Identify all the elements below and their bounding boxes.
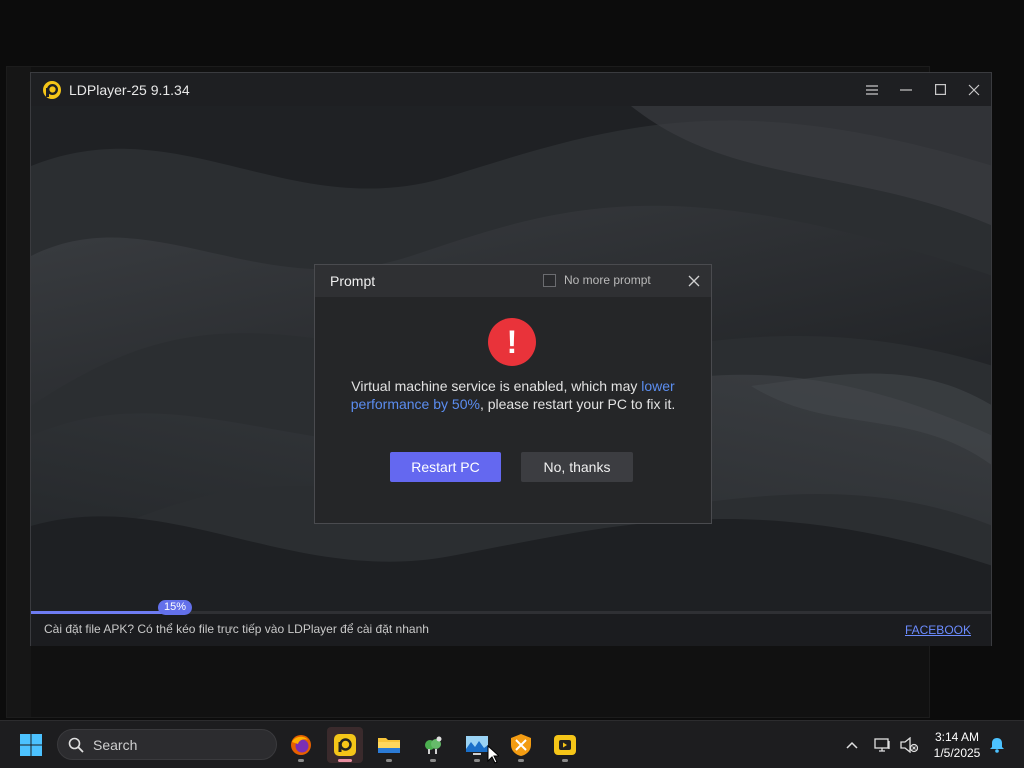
taskbar-app-file-explorer[interactable] [371,727,407,763]
title-bar[interactable]: LDPlayer-25 9.1.34 [31,73,991,106]
close-icon [968,84,980,95]
prompt-title: Prompt [330,273,376,289]
no-thanks-button[interactable]: No, thanks [521,452,633,482]
emulator-screen[interactable]: Prompt No more prompt ! Virtual machine … [31,106,991,612]
prompt-header: Prompt No more prompt [315,265,711,297]
show-hidden-icons-button[interactable] [842,735,862,755]
tools-app-icon [511,734,531,756]
running-indicator [430,759,436,762]
bottom-bar: 15% Cài đặt file APK? Có thể kéo file tr… [31,600,991,646]
no-more-prompt-label[interactable]: No more prompt [564,273,651,287]
facebook-link[interactable]: FACEBOOK [905,623,971,637]
network-status-button[interactable] [873,735,893,755]
progress-percent-label: 15% [157,600,193,615]
sheep-app-icon [425,736,442,754]
taskbar-app-ldplayer[interactable] [327,727,363,763]
volume-button[interactable] [899,735,919,755]
volume-muted-icon [900,737,918,753]
message-text-end: , please restart your PC to fix it. [479,396,676,412]
prompt-dialog: Prompt No more prompt ! Virtual machine … [314,264,712,524]
maximize-button[interactable] [923,73,957,106]
file-explorer-icon [378,738,400,753]
dialog-close-icon[interactable] [687,274,701,288]
background-window-strip [7,67,31,717]
chevron-up-icon [846,741,858,749]
minimize-button[interactable] [889,73,923,106]
clock-time: 3:14 AM [934,730,980,744]
firefox-icon [291,735,311,755]
window-title: LDPlayer-25 9.1.34 [69,81,190,98]
no-more-prompt-option[interactable]: No more prompt [543,273,651,287]
minimize-icon [900,88,912,91]
ldplayer-window: LDPlayer-25 9.1.34 Prompt No more prompt… [30,72,992,646]
taskbar-app-media[interactable] [547,727,583,763]
prompt-message: Virtual machine service is enabled, whic… [335,377,691,413]
running-indicator [518,759,524,762]
monitor-app-icon [466,736,488,755]
taskbar-search[interactable]: Search [57,729,277,760]
menu-icon [866,84,878,95]
notifications-button[interactable] [987,735,1007,755]
running-indicator [338,759,352,762]
progress-fill [31,611,175,614]
running-indicator [298,759,304,762]
no-more-prompt-checkbox[interactable] [543,273,556,287]
windows-start-icon[interactable] [19,733,43,757]
running-indicator [386,759,392,762]
alert-icon: ! [488,318,536,366]
taskbar-app-tools[interactable] [503,727,539,763]
taskbar-app-firefox[interactable] [283,727,319,763]
media-app-icon [554,735,576,755]
running-indicator [562,759,568,762]
apk-install-hint: Cài đặt file APK? Có thể kéo file trực t… [44,622,429,636]
close-button[interactable] [957,73,991,106]
search-placeholder: Search [93,737,138,753]
menu-button[interactable] [855,73,889,106]
message-text-start: Virtual machine service is enabled, whic… [351,378,642,394]
clock-date: 1/5/2025 [933,746,981,760]
taskbar: Search 3:14 AM 1/5/2025 [0,720,1024,768]
search-icon [68,737,84,753]
system-clock[interactable]: 3:14 AM 1/5/2025 [926,729,988,761]
mouse-cursor-icon [487,745,499,764]
ldplayer-logo-icon [43,80,61,99]
maximize-icon [934,84,946,95]
restart-pc-button[interactable]: Restart PC [390,452,501,482]
display-network-icon [874,738,890,752]
bell-icon [990,738,1004,753]
taskbar-app-sheep[interactable] [415,727,451,763]
running-indicator [474,759,480,762]
ldplayer-icon [334,734,356,756]
